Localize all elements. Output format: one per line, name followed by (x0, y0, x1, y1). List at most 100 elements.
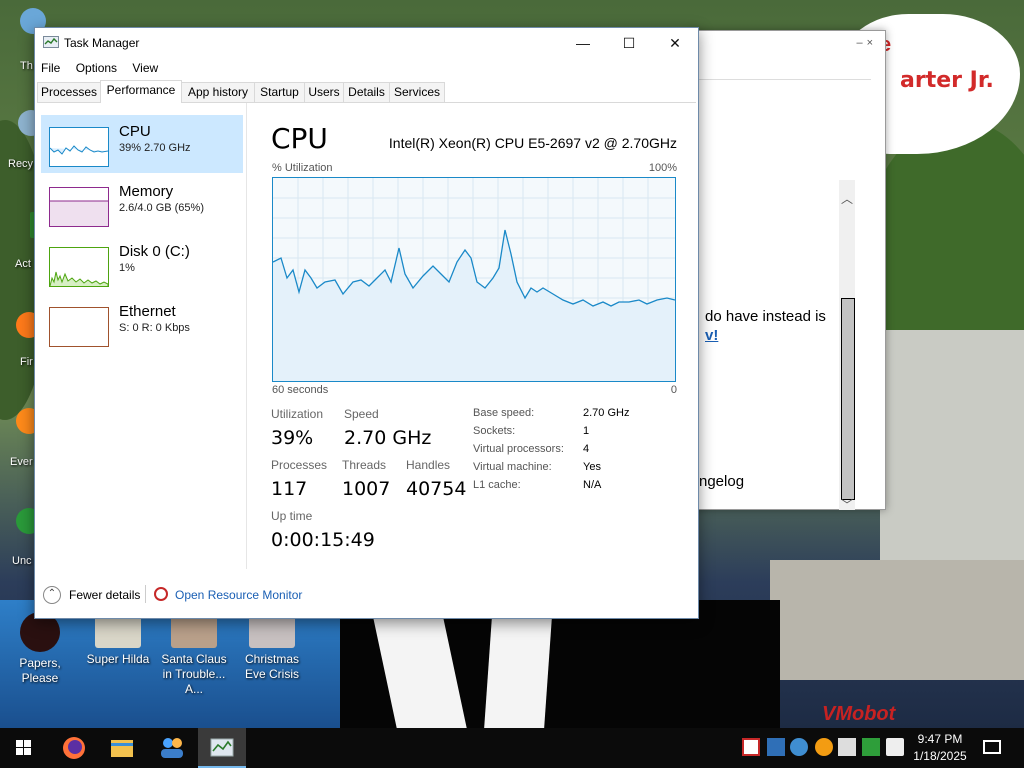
minimize-icon: — (576, 35, 590, 51)
detail-value: 1 (583, 425, 590, 437)
memory-mini-graph (49, 187, 109, 227)
tab-processes[interactable]: Processes (37, 82, 101, 102)
taskbar-task-manager[interactable] (198, 728, 246, 768)
building (880, 330, 1024, 570)
tab-users[interactable]: Users (304, 82, 344, 102)
resource-name: Memory (119, 183, 174, 200)
menu-view[interactable]: View (126, 58, 164, 78)
taskbar-file-explorer[interactable] (98, 728, 146, 768)
clock[interactable]: 9:47 PM 1/18/2025 (908, 731, 972, 765)
cpu-mini-graph (49, 127, 109, 167)
resource-ethernet[interactable]: Ethernet S: 0 R: 0 Kbps (41, 295, 243, 353)
minimize-button[interactable]: — (560, 28, 606, 58)
search-icon[interactable] (815, 738, 833, 756)
tab-services[interactable]: Services (389, 82, 445, 102)
detail-key: Sockets: (473, 425, 516, 437)
stat-utilization: Utilization 39% (271, 407, 323, 449)
people-tray-icon[interactable] (790, 738, 808, 756)
tab-strip: Processes Performance App history Startu… (37, 80, 696, 103)
fewer-details-button[interactable]: Fewer details (69, 588, 140, 602)
desktop-icon-santa-claus[interactable]: Santa Claus in Trouble... A... (158, 616, 230, 697)
graph-time-right: 0 (670, 384, 677, 396)
h-app-icon[interactable] (862, 738, 880, 756)
taskbar-people[interactable] (148, 728, 196, 768)
stat-label: Threads (342, 458, 387, 472)
desktop-icon-christmas-eve-crisis[interactable]: Christmas Eve Crisis (236, 616, 308, 682)
desktop-icon-label: Santa Claus in Trouble... A... (161, 652, 227, 696)
stat-uptime: Up time 0:00:15:49 (271, 509, 375, 551)
task-manager-icon (43, 36, 59, 48)
resource-subtext: 2.6/4.0 GB (65%) (119, 202, 204, 214)
title-bar[interactable]: Task Manager — ☐ ✕ (35, 28, 698, 58)
open-resource-monitor-link[interactable]: Open Resource Monitor (175, 588, 302, 602)
desktop-icon-papers-please[interactable]: Papers, Please (2, 612, 78, 686)
tab-startup[interactable]: Startup (254, 82, 305, 102)
start-icon (16, 740, 31, 755)
stat-value: 1007 (342, 478, 391, 500)
detail-key: Virtual machine: (473, 461, 552, 473)
detail-value: Yes (583, 461, 601, 473)
scrollbar[interactable]: ︿ ﹀ (839, 180, 855, 513)
close-icon[interactable]: × (867, 37, 877, 49)
stat-value: 39% (271, 427, 314, 449)
watermark-text: VMobot (822, 703, 896, 725)
clock-time: 9:47 PM (917, 732, 963, 746)
background-window[interactable]: –× do have instead is v! ngelog ︿ ﹀ (690, 30, 886, 512)
menu-bar: File Options View (35, 58, 164, 78)
desktop-icon-label: Papers, Please (19, 656, 61, 685)
detail-value: 4 (583, 443, 590, 455)
desktop-icon-label: Super Hilda (86, 652, 150, 666)
task-manager-window[interactable]: Task Manager — ☐ ✕ File Options View Pro… (34, 27, 699, 619)
menu-file[interactable]: File (35, 58, 66, 78)
scrollbar-thumb[interactable] (841, 298, 855, 500)
stat-threads: Threads 1007 (342, 458, 390, 500)
close-button[interactable]: ✕ (652, 28, 698, 58)
resource-subtext: 39% 2.70 GHz (119, 142, 191, 154)
task-manager-icon (210, 738, 234, 757)
resource-monitor-icon[interactable] (154, 587, 168, 601)
super-hilda-icon (95, 616, 141, 648)
tab-app-history[interactable]: App history (181, 82, 255, 102)
content-link[interactable]: v! (705, 327, 718, 344)
stat-processes: Processes 117 (271, 458, 327, 500)
stat-label: Up time (271, 509, 313, 523)
minimize-icon[interactable]: – (856, 37, 866, 49)
close-icon: ✕ (669, 35, 681, 51)
stat-handles: Handles 40754 (406, 458, 466, 500)
window-content: do have instead is v! ngelog ︿ ﹀ (699, 79, 871, 512)
taskbar: 9:47 PM 1/18/2025 (0, 728, 1024, 768)
cpu-utilization-graph (272, 177, 676, 382)
disk-mini-graph (49, 247, 109, 287)
maximize-icon: ☐ (622, 35, 636, 51)
content-text: ngelog (699, 473, 745, 490)
stat-label: Handles (406, 458, 451, 472)
christmas-eve-crisis-icon (249, 616, 295, 648)
network-icon[interactable] (838, 738, 856, 756)
volume-muted-icon[interactable] (886, 738, 904, 756)
shield-icon[interactable] (742, 738, 760, 756)
window-controls[interactable]: –× (856, 37, 877, 49)
scroll-up-icon[interactable]: ︿ (841, 190, 853, 207)
start-button[interactable] (0, 728, 48, 768)
tab-details[interactable]: Details (343, 82, 390, 102)
tab-performance[interactable]: Performance (100, 80, 182, 103)
stat-value: 2.70 GHz (344, 427, 432, 449)
resource-cpu[interactable]: CPU 39% 2.70 GHz (41, 115, 243, 173)
stat-speed: Speed 2.70 GHz (344, 407, 431, 449)
resource-disk[interactable]: Disk 0 (C:) 1% (41, 235, 243, 293)
detail-key: L1 cache: (473, 479, 521, 491)
santa-claus-icon (171, 616, 217, 648)
maximize-button[interactable]: ☐ (606, 28, 652, 58)
notification-icon[interactable] (983, 740, 1001, 754)
desktop-icon-super-hilda[interactable]: Super Hilda (82, 616, 154, 667)
chevron-up-icon[interactable]: ⌃ (43, 586, 61, 604)
display-icon[interactable] (767, 738, 785, 756)
taskbar-firefox[interactable] (50, 728, 98, 768)
cpu-title: CPU (271, 122, 328, 155)
edge-label: Ever (10, 456, 33, 468)
clock-date: 1/18/2025 (913, 749, 967, 763)
edge-label: Recy (8, 158, 34, 170)
resource-memory[interactable]: Memory 2.6/4.0 GB (65%) (41, 175, 243, 233)
scroll-down-icon[interactable]: ﹀ (841, 496, 853, 513)
menu-options[interactable]: Options (70, 58, 123, 78)
